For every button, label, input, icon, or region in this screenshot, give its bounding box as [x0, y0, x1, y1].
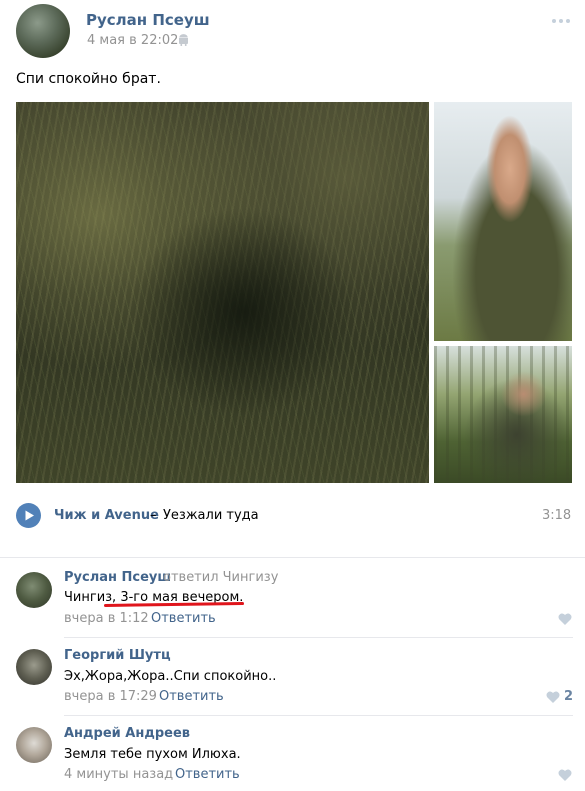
heart-icon[interactable]: [558, 613, 572, 625]
comment-avatar[interactable]: [16, 649, 52, 685]
comment-text: Земля тебе пухом Илюха.: [64, 747, 241, 762]
post-photo-tertiary[interactable]: [434, 346, 572, 483]
audio-artist[interactable]: Чиж и Avenue: [54, 508, 159, 523]
red-underline-annotation: [103, 602, 245, 607]
comment-avatar[interactable]: [16, 727, 52, 763]
comment-text-prefix: Чингиз,: [64, 590, 121, 605]
post-photo-secondary[interactable]: [434, 102, 572, 341]
comment-reply-button[interactable]: Ответить: [159, 689, 224, 704]
comment-reply-button[interactable]: Ответить: [175, 767, 240, 782]
post-author-avatar[interactable]: [16, 4, 70, 58]
comment-divider: [64, 715, 573, 716]
audio-separator: –: [150, 508, 157, 523]
comment-author[interactable]: Руслан Псеуш: [64, 570, 171, 585]
play-icon[interactable]: [16, 503, 41, 528]
comment-time[interactable]: вчера в 17:29: [64, 689, 157, 704]
post-author-name[interactable]: Руслан Псеуш: [86, 11, 210, 29]
audio-duration: 3:18: [542, 508, 572, 523]
comments-divider: [0, 557, 585, 558]
audio-title[interactable]: Уезжали туда: [163, 508, 259, 523]
like-count: 2: [564, 689, 574, 704]
comment-author[interactable]: Георгий Шутц: [64, 648, 171, 663]
comment-avatar[interactable]: [16, 572, 52, 608]
comment-time[interactable]: вчера в 1:12: [64, 611, 149, 626]
post-date[interactable]: 4 мая в 22:02: [87, 33, 178, 48]
post-text: Спи спокойно брат.: [16, 71, 161, 87]
comment-reply-button[interactable]: Ответить: [151, 611, 216, 626]
comment-text: Эх,Жора,Жора..Спи спокойно..: [64, 669, 277, 684]
comment-author[interactable]: Андрей Андреев: [64, 726, 190, 741]
comment-divider: [64, 637, 573, 638]
heart-icon[interactable]: [558, 769, 572, 781]
post-photo-main[interactable]: [16, 102, 429, 483]
comment-reply-note[interactable]: ответил Чингизу: [163, 570, 278, 585]
heart-icon[interactable]: [546, 691, 560, 703]
more-dots-icon[interactable]: [551, 18, 571, 24]
android-icon: [179, 34, 188, 46]
comment-time[interactable]: 4 минуты назад: [64, 767, 173, 782]
